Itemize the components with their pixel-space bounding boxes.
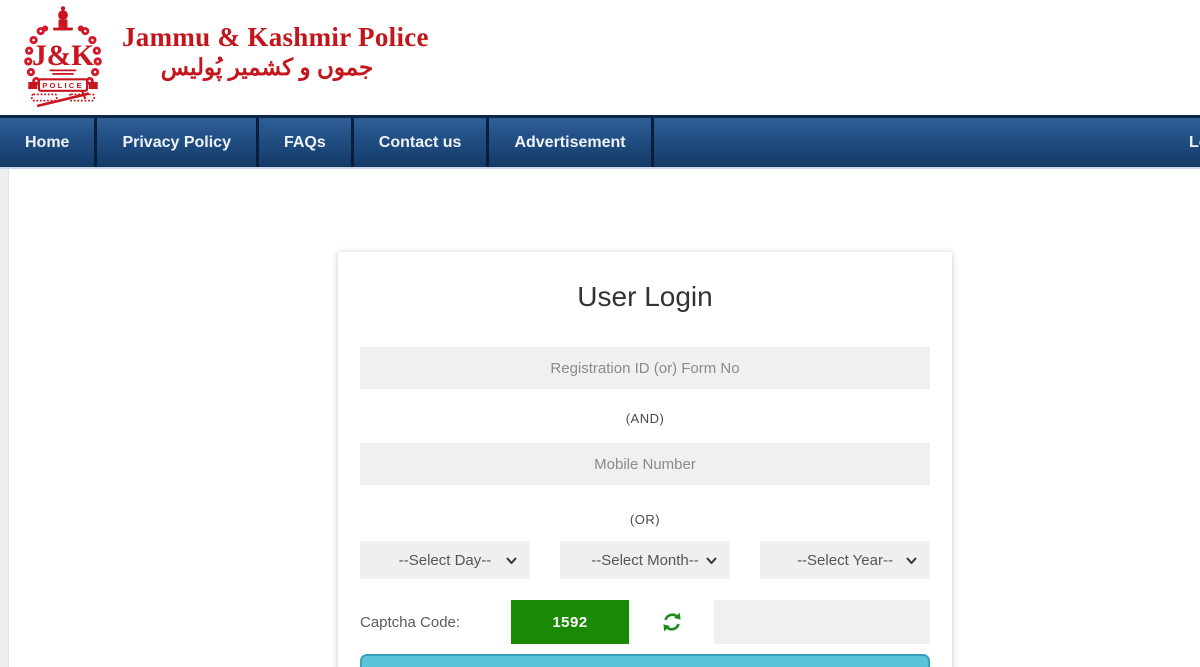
nav-item-advertisement[interactable]: Advertisement — [489, 118, 653, 167]
jk-police-emblem-logo: J&K POLICE — [14, 2, 112, 112]
nav-list: Home Privacy Policy FAQs Contact us Adve… — [0, 118, 1200, 167]
day-select-value: --Select Day-- — [399, 552, 492, 569]
captcha-row: Captcha Code: 1592 — [360, 600, 930, 644]
nav-item-login-partial[interactable]: Login — [1189, 118, 1200, 167]
user-login-card: User Login (AND) (OR) --Select Day-- --S… — [338, 252, 952, 667]
brand-block: Jammu & Kashmir Police جموں و کشمیر پُول… — [122, 22, 412, 81]
captcha-refresh-button[interactable] — [660, 610, 684, 634]
logo-banner-text: POLICE — [42, 81, 84, 90]
captcha-code-text: 1592 — [552, 614, 587, 631]
nav-item-faqs[interactable]: FAQs — [259, 118, 354, 167]
year-select[interactable]: --Select Year-- — [760, 541, 930, 579]
mobile-number-input[interactable] — [360, 443, 930, 485]
month-select[interactable]: --Select Month-- — [560, 541, 730, 579]
nav-item-privacy-policy[interactable]: Privacy Policy — [97, 118, 259, 167]
day-select[interactable]: --Select Day-- — [360, 541, 530, 579]
dob-select-row: --Select Day-- --Select Month-- --Select… — [360, 541, 930, 579]
login-submit-button[interactable] — [360, 654, 930, 667]
captcha-code-image: 1592 — [511, 600, 629, 644]
chevron-down-icon — [506, 557, 517, 564]
nav-item-home[interactable]: Home — [0, 118, 97, 167]
chevron-down-icon — [706, 557, 717, 564]
page-left-gutter — [0, 169, 9, 667]
org-name: Jammu & Kashmir Police — [122, 22, 412, 53]
year-select-value: --Select Year-- — [797, 552, 893, 569]
or-separator-label: (OR) — [360, 512, 930, 528]
captcha-label: Captcha Code: — [360, 614, 511, 631]
login-card-title: User Login — [360, 278, 930, 316]
site-header: J&K POLICE Jammu & Kashmir Police جموں و… — [0, 0, 1200, 115]
registration-id-input[interactable] — [360, 347, 930, 389]
main-navbar: Home Privacy Policy FAQs Contact us Adve… — [0, 115, 1200, 169]
captcha-answer-input[interactable] — [714, 600, 930, 644]
refresh-icon — [660, 610, 684, 634]
police-badge-icon: J&K POLICE — [14, 2, 112, 112]
org-name-urdu: جموں و کشمیر پُولیس — [122, 54, 412, 81]
month-select-value: --Select Month-- — [591, 552, 699, 569]
and-separator-label: (AND) — [360, 411, 930, 427]
logo-monogram: J&K — [32, 40, 94, 72]
chevron-down-icon — [906, 557, 917, 564]
nav-item-contact-us[interactable]: Contact us — [354, 118, 490, 167]
